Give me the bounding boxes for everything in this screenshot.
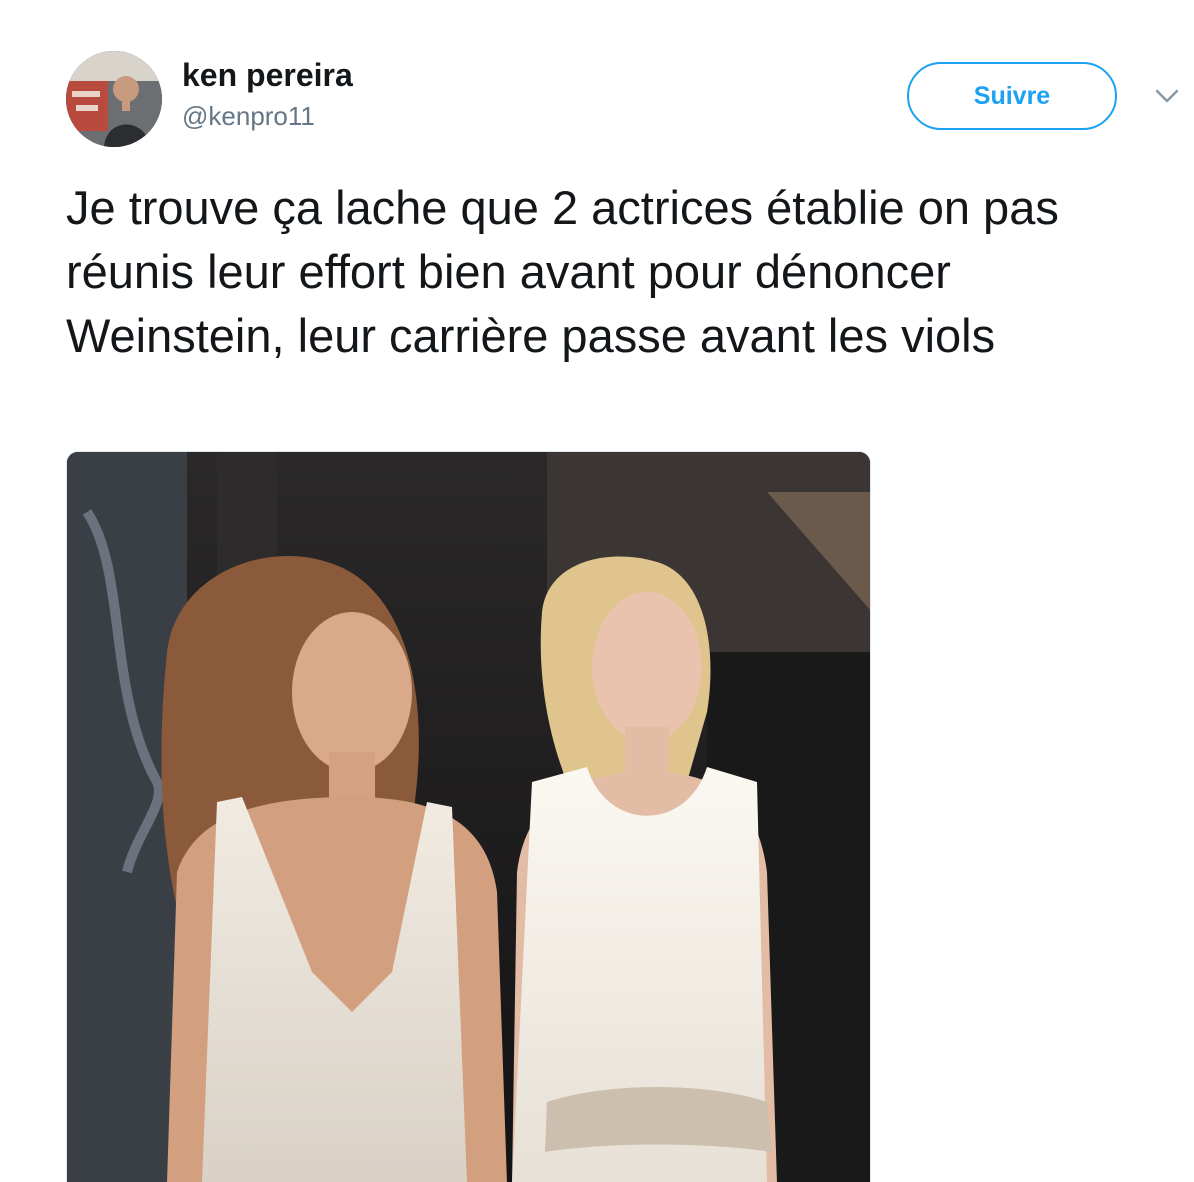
tweet-photo[interactable] bbox=[66, 451, 871, 1182]
tweet-card: ken pereira @kenpro11 Suivre Je trouve ç… bbox=[0, 0, 1194, 1182]
chevron-down-icon[interactable] bbox=[1152, 84, 1182, 108]
photo-image bbox=[67, 452, 870, 1182]
follow-button[interactable]: Suivre bbox=[907, 62, 1117, 130]
avatar-image bbox=[66, 51, 162, 147]
avatar[interactable] bbox=[66, 51, 162, 147]
tweet-text: Je trouve ça lache que 2 actrices établi… bbox=[66, 181, 1059, 362]
author-display-name[interactable]: ken pereira bbox=[182, 56, 353, 94]
author-handle[interactable]: @kenpro11 bbox=[182, 100, 315, 132]
